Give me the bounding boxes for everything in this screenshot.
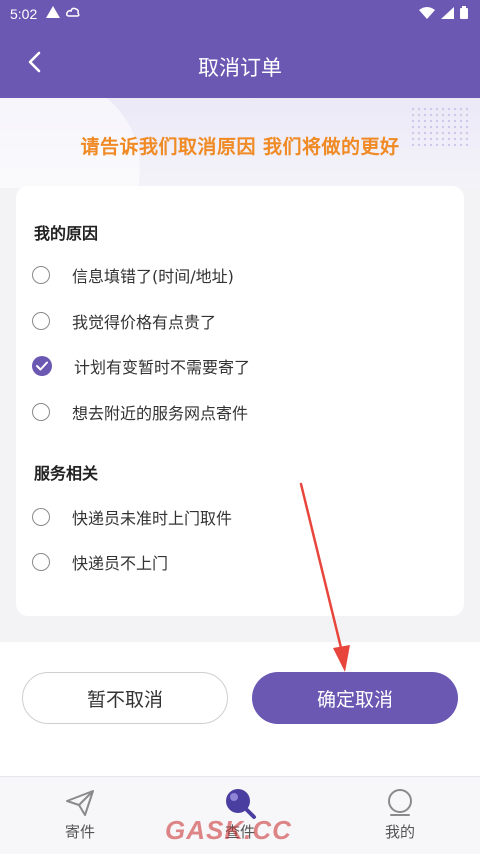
reason-option-label: 计划有变暂时不需要寄了: [74, 358, 251, 377]
battery-icon: [460, 6, 468, 19]
radio-checked-icon[interactable]: [32, 356, 52, 376]
reason-option[interactable]: 快递员不上门: [32, 545, 452, 579]
reason-option-label: 我觉得价格有点贵了: [72, 313, 217, 332]
radio-unchecked-icon[interactable]: [32, 553, 50, 571]
reason-option[interactable]: 快递员未准时上门取件: [32, 500, 452, 534]
reason-option-label: 信息填错了(时间/地址): [72, 267, 234, 286]
wifi-icon: [419, 6, 435, 19]
reason-option[interactable]: 信息填错了(时间/地址): [32, 258, 452, 292]
cloud-icon: [66, 7, 80, 17]
reason-card: 我的原因 信息填错了(时间/地址) 我觉得价格有点贵了 计划有变暂时不需要寄了 …: [16, 186, 464, 616]
action-bar: 暂不取消 确定取消: [0, 642, 480, 776]
tab-profile[interactable]: 我的: [340, 787, 460, 842]
section-title-my-reasons: 我的原因: [34, 224, 99, 243]
reason-option[interactable]: 想去附近的服务网点寄件: [32, 395, 452, 429]
status-left-icons: [46, 6, 80, 18]
reason-option-label: 想去附近的服务网点寄件: [72, 404, 249, 423]
reason-option-label: 快递员不上门: [72, 554, 169, 573]
page-title: 取消订单: [198, 56, 282, 80]
reason-option[interactable]: 我觉得价格有点贵了: [32, 304, 452, 338]
watermark: GASK.CC: [165, 815, 292, 845]
tab-send[interactable]: 寄件: [20, 787, 140, 842]
status-bar: 5:02: [0, 0, 480, 28]
keep-order-button[interactable]: 暂不取消: [22, 672, 228, 724]
navbar: 取消订单: [0, 36, 480, 92]
send-icon: [66, 790, 94, 816]
radio-unchecked-icon[interactable]: [32, 403, 50, 421]
reason-option-label: 快递员未准时上门取件: [72, 509, 233, 528]
signal-icon: [441, 6, 454, 19]
checkmark-icon: [36, 361, 48, 371]
tab-label: 寄件: [64, 823, 95, 841]
warning-icon: [46, 6, 60, 18]
tab-label: 我的: [384, 823, 415, 841]
header: 5:02 取消订单: [0, 0, 480, 98]
reason-banner: 请告诉我们取消原因 我们将做的更好: [0, 98, 480, 188]
section-title-service: 服务相关: [34, 464, 99, 483]
reason-option[interactable]: 计划有变暂时不需要寄了: [32, 349, 452, 383]
status-time: 5:02: [10, 6, 38, 22]
banner-text: 请告诉我们取消原因 我们将做的更好: [80, 136, 400, 158]
radio-unchecked-icon[interactable]: [32, 266, 50, 284]
radio-unchecked-icon[interactable]: [32, 312, 50, 330]
profile-icon: [388, 789, 412, 816]
confirm-cancel-button[interactable]: 确定取消: [252, 672, 458, 724]
radio-unchecked-icon[interactable]: [32, 508, 50, 526]
status-right-icons: [419, 6, 468, 19]
